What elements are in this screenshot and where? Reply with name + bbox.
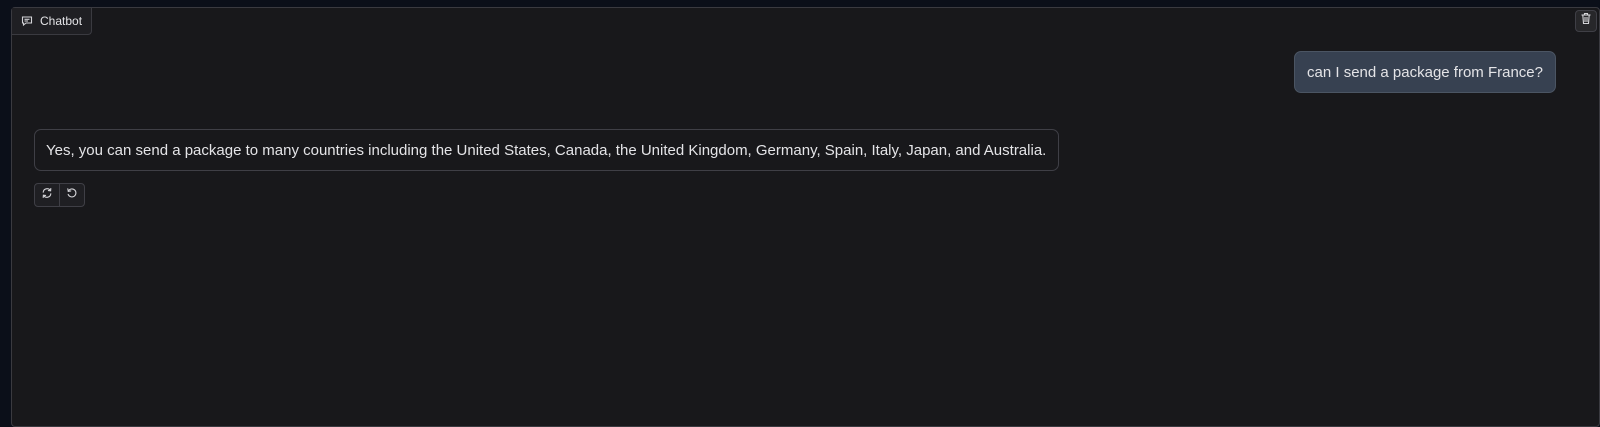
retry-button[interactable] [35,184,59,206]
undo-button[interactable] [59,184,84,206]
chatbot-label-tab: Chatbot [12,8,93,35]
user-message: can I send a package from France? [1294,51,1556,93]
bot-message-actions [34,183,85,207]
bot-message: Yes, you can send a package to many coun… [34,129,1060,171]
trash-icon [1580,12,1592,30]
chatbot-panel: Chatbot can I send a package from France… [11,7,1600,427]
retry-icon [41,186,53,204]
clear-chat-button[interactable] [1575,10,1597,32]
chatbot-label: Chatbot [40,14,83,28]
chat-bubble-icon [21,15,33,27]
undo-icon [66,186,78,204]
